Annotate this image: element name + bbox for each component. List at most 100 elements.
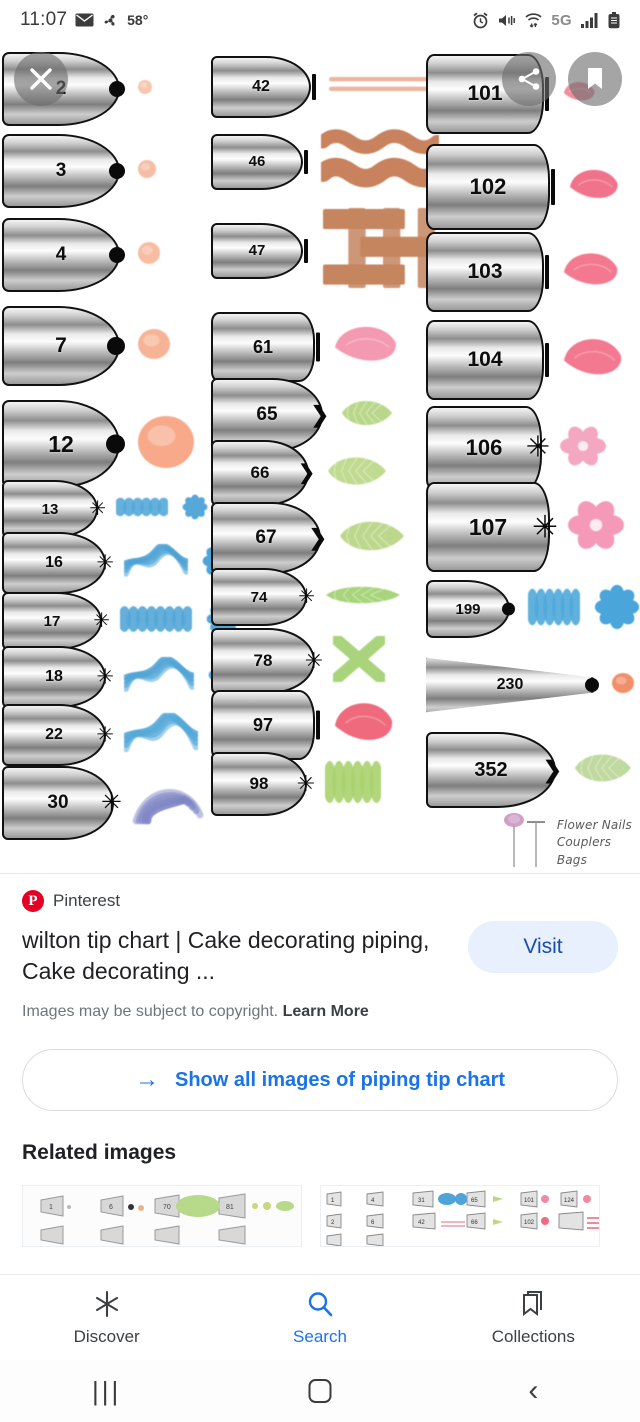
piping-tip-46: 46 xyxy=(211,133,308,190)
nav-home-button[interactable] xyxy=(213,1377,426,1405)
tip-number-18: 18 xyxy=(45,668,63,685)
svg-text:42: 42 xyxy=(418,1220,425,1226)
tip-row-199: 199 xyxy=(426,580,640,638)
tip-opening-slit xyxy=(316,332,320,362)
frosting-sample xyxy=(342,400,392,425)
frosting-sample xyxy=(575,754,631,781)
frosting-sample-230-1 xyxy=(612,672,634,698)
tip-row-98: 98 ✳ xyxy=(211,752,384,816)
tip-number-66: 66 xyxy=(250,463,270,482)
tip-row-352: 352 ❯ xyxy=(426,732,632,808)
piping-tip-78: 78 ✳ xyxy=(211,628,323,694)
tip-row-66: 66 ❯ xyxy=(211,440,387,506)
save-button[interactable] xyxy=(568,52,622,106)
frosting-sample xyxy=(568,500,624,549)
frosting-sample xyxy=(114,497,170,516)
asterisk-icon xyxy=(95,1290,118,1317)
tip-number-67: 67 xyxy=(255,527,277,548)
tip-row-3: 3 xyxy=(2,134,156,208)
frosting-sample-78-1 xyxy=(330,632,388,687)
tab-search[interactable]: Search xyxy=(213,1289,426,1347)
tip-row-78: 78 ✳ xyxy=(211,628,388,694)
flower-nails-note: Flower Nails Couplers Bags xyxy=(503,809,632,869)
frosting-sample xyxy=(335,326,396,361)
tip-number-4: 4 xyxy=(55,244,67,265)
tip-number-16: 16 xyxy=(45,554,63,571)
tip-number-106: 106 xyxy=(465,435,503,460)
flower-nail-icons xyxy=(503,813,545,867)
recents-icon: ||| xyxy=(92,1375,122,1406)
nav-back-button[interactable]: ‹ xyxy=(427,1374,640,1408)
learn-more-link[interactable]: Learn More xyxy=(283,1003,369,1020)
tip-number-107: 107 xyxy=(468,513,508,540)
status-bar-right: 5G xyxy=(472,11,620,29)
tip-opening-slit xyxy=(304,238,308,263)
frosting-sample xyxy=(132,788,204,824)
frosting-sample-18-1 xyxy=(123,655,195,698)
frosting-sample-106-1 xyxy=(560,426,606,471)
source-row[interactable]: P Pinterest xyxy=(22,890,618,912)
svg-text:102: 102 xyxy=(524,1220,535,1226)
frosting-sample-16-1 xyxy=(123,542,189,583)
related-images-heading: Related images xyxy=(22,1141,177,1165)
tab-discover[interactable]: Discover xyxy=(0,1289,213,1347)
frosting-sample-107-1 xyxy=(568,500,624,555)
frosting-sample-22-1 xyxy=(122,711,200,758)
tip-row-106: 106 ✳ xyxy=(426,406,606,490)
copyright-text: Images may be subject to copyright. xyxy=(22,1003,279,1021)
tip-number-78: 78 xyxy=(253,651,273,670)
note-line-2: Couplers xyxy=(556,835,612,850)
frosting-sample-67-1 xyxy=(339,516,405,561)
piping-tip-107: 107 ✳ xyxy=(426,482,558,572)
related-thumb-2-art: 1 4 31 65 101 124 2 6 42 66 102 xyxy=(321,1186,599,1247)
home-icon xyxy=(308,1379,332,1403)
flower-nails-labels: Flower Nails Couplers Bags xyxy=(557,817,632,869)
tip-number-199: 199 xyxy=(455,600,481,618)
piping-tip-61: 61 xyxy=(211,312,320,382)
column-left: 2 3 4 7 12 13✳16✳17✳18✳22✳30✳ xyxy=(0,40,252,873)
result-title[interactable]: wilton tip chart | Cake decorating pipin… xyxy=(22,925,462,986)
svg-text:66: 66 xyxy=(471,1220,478,1226)
visit-button[interactable]: Visit xyxy=(468,921,618,973)
piping-tip-17: 17 ✳ xyxy=(2,592,110,650)
frosting-sample xyxy=(138,241,160,264)
tab-collections[interactable]: Collections xyxy=(427,1289,640,1347)
close-button[interactable] xyxy=(14,52,68,106)
frosting-sample-65-1 xyxy=(341,396,393,435)
svg-text:70: 70 xyxy=(163,1204,171,1211)
nav-recents-button[interactable]: ||| xyxy=(0,1376,213,1407)
frosting-sample xyxy=(123,542,189,577)
tip-row-16: 16 ✳ xyxy=(2,532,238,594)
tip-number-3: 3 xyxy=(55,160,67,181)
tip-row-42: 42 xyxy=(211,56,441,118)
piping-tip-230: 230 xyxy=(426,654,599,716)
tip-row-103: 103 xyxy=(426,232,620,312)
frosting-sample xyxy=(122,711,200,752)
tip-number-103: 103 xyxy=(467,260,503,283)
tip-number-7: 7 xyxy=(55,334,67,357)
show-all-images-button[interactable]: → Show all images of piping tip chart xyxy=(22,1049,618,1112)
related-thumb-1[interactable]: 1 6 70 81 xyxy=(22,1185,302,1248)
battery-icon xyxy=(608,11,620,28)
result-card: P Pinterest wilton tip chart | Cake deco… xyxy=(0,874,640,1027)
tip-number-102: 102 xyxy=(469,174,507,199)
frosting-sample xyxy=(564,338,622,374)
frosting-sample-103-1 xyxy=(562,248,620,297)
piping-tip-chart-image[interactable]: 2 3 4 7 12 13✳16✳17✳18✳22✳30✳42 464761 6… xyxy=(0,40,640,873)
tip-number-46: 46 xyxy=(248,153,266,170)
search-icon xyxy=(308,1291,333,1316)
frosting-sample-66-1 xyxy=(327,452,387,495)
svg-text:31: 31 xyxy=(418,1198,425,1204)
frosting-sample xyxy=(138,159,156,178)
frosting-sample xyxy=(560,426,606,465)
android-nav-bar: ||| ‹ xyxy=(0,1360,640,1422)
related-thumb-2[interactable]: 1 4 31 65 101 124 2 6 42 66 102 xyxy=(320,1185,600,1248)
frosting-sample-102-1 xyxy=(568,165,620,210)
tip-row-12: 12 xyxy=(2,400,194,488)
tip-number-61: 61 xyxy=(252,336,274,357)
tip-row-104: 104 xyxy=(426,320,624,400)
frosting-sample-7-1 xyxy=(138,328,170,364)
frosting-sample xyxy=(123,655,195,692)
share-button[interactable] xyxy=(502,52,556,106)
image-viewer[interactable]: 2 3 4 7 12 13✳16✳17✳18✳22✳30✳42 464761 6… xyxy=(0,40,640,873)
